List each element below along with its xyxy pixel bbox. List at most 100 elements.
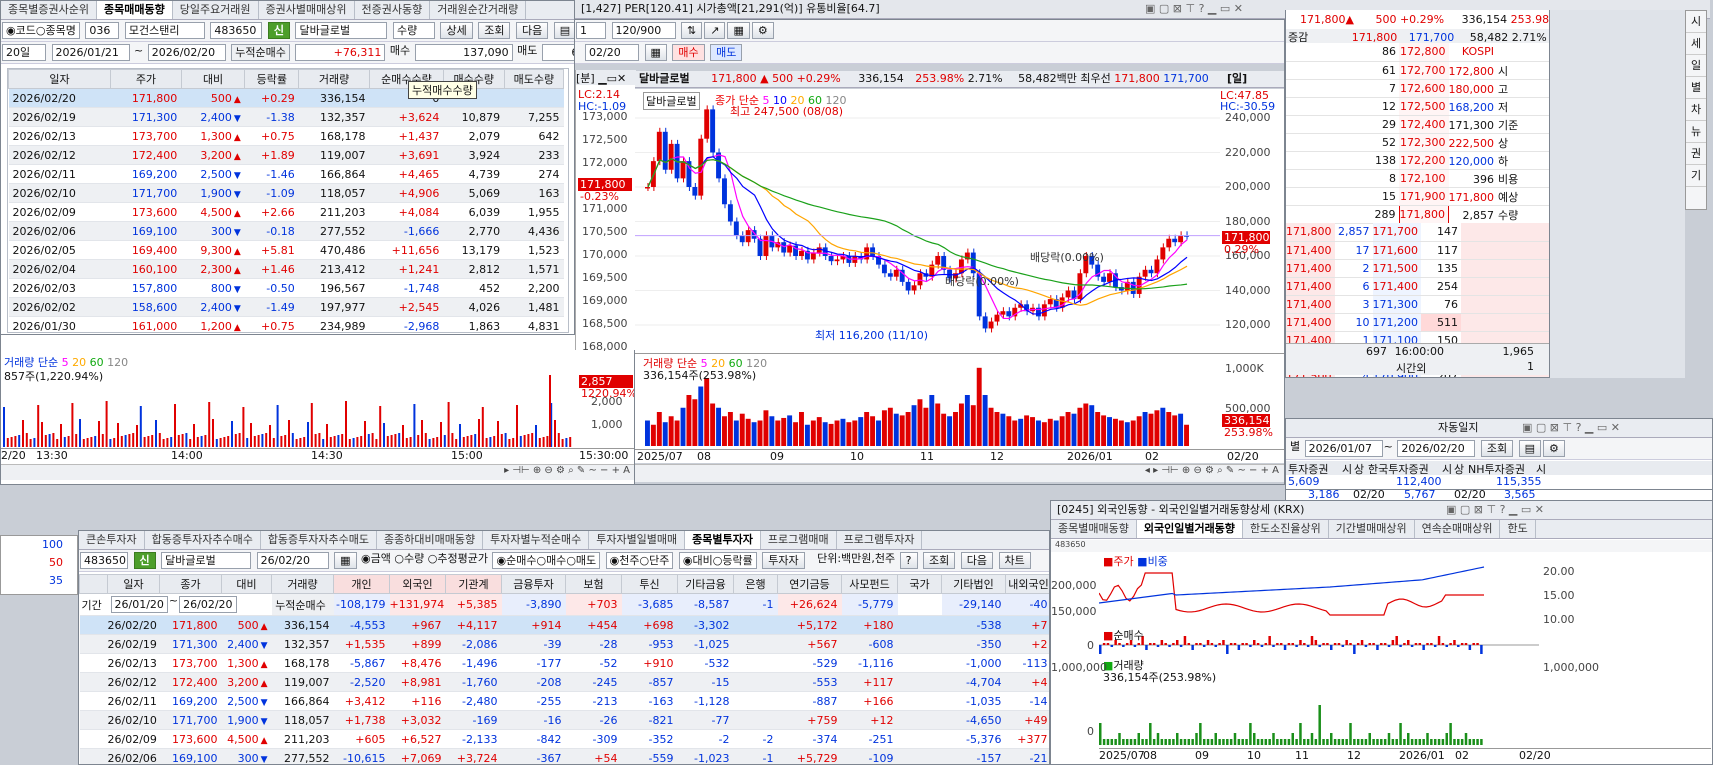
col-header[interactable]: 기타금융: [677, 574, 734, 594]
chart-tool-icon[interactable]: ↗: [704, 22, 726, 39]
table-row[interactable]: 2026/02/06169,100300-0.18277,552-1,6662,…: [8, 221, 564, 241]
table-row[interactable]: 2026/02/12172,4003,200+1.89119,007+3,691…: [8, 145, 564, 165]
chart-count-b[interactable]: 120/900: [611, 22, 676, 39]
next-button[interactable]: 다음: [515, 22, 549, 39]
table-row[interactable]: 26/02/06169,100300277,552-10,615+7,069+3…: [79, 748, 1049, 764]
col-header[interactable]: 개인: [333, 574, 390, 594]
vertical-tab[interactable]: 시: [1686, 11, 1706, 33]
broker-code-select[interactable]: 036: [85, 22, 120, 39]
col-header[interactable]: 보험: [565, 574, 622, 594]
table-row[interactable]: 2026/02/05169,4009,300+5.81470,486+11,65…: [8, 240, 564, 260]
bid-row[interactable]: 171,400 10 171,200 511: [1286, 313, 1549, 332]
bottom-tab[interactable]: 종목별투자자: [685, 531, 761, 549]
table-row[interactable]: 2026/02/19171,3002,400-1.38132,357+3,624…: [8, 107, 564, 127]
vertical-tab[interactable]: 세: [1686, 33, 1706, 55]
chart-icon[interactable]: ▤: [553, 22, 574, 39]
table-row[interactable]: 26/02/13173,7001,300168,178-5,867+8,476-…: [79, 653, 1049, 673]
bid-row[interactable]: 171,400 3 171,300 76: [1286, 295, 1549, 314]
date-from-field[interactable]: 2026/01/21: [51, 44, 130, 61]
table-row[interactable]: 2026/02/04160,1002,300+1.46213,412+1,241…: [8, 259, 564, 279]
table-row[interactable]: 26/02/19171,3002,400132,357+1,535+899-2,…: [79, 634, 1049, 654]
table-row[interactable]: 2026/02/11169,2002,500-1.46166,864+4,465…: [8, 164, 564, 184]
col-header[interactable]: 대비: [221, 574, 272, 594]
col-header[interactable]: 기타법인: [941, 574, 1006, 594]
chart-tool-icon[interactable]: ⇅: [681, 22, 703, 39]
bottom-tab[interactable]: 프로그램투자자: [837, 531, 923, 549]
table-row[interactable]: 26/02/20171,800500336,154-4,553+967+4,11…: [79, 615, 1049, 635]
col-header[interactable]: 기관계: [445, 574, 502, 594]
journal-query-button[interactable]: 조회: [1480, 440, 1514, 457]
col-header[interactable]: 종가: [159, 574, 222, 594]
bottom-tab[interactable]: 합동증투자자추수매도: [261, 531, 378, 549]
bottom-from-field[interactable]: 26/01/20: [110, 596, 168, 613]
vertical-tab[interactable]: 기: [1686, 165, 1706, 187]
bottom-date-field[interactable]: 26/02/20: [256, 552, 329, 569]
bottom-tab[interactable]: 큰손투자자: [79, 531, 145, 549]
col-header[interactable]: 국가: [897, 574, 942, 594]
avgprice-radio[interactable]: ○추정평균가: [428, 552, 488, 565]
col-header[interactable]: 매도수량: [503, 69, 565, 89]
tab-stock-trend[interactable]: 종목매매동향: [96, 1, 173, 19]
journal-from[interactable]: 2026/01/07: [1304, 440, 1383, 457]
journal-to[interactable]: 2026/02/20: [1397, 440, 1476, 457]
date-to-field[interactable]: 2026/02/20: [147, 44, 226, 61]
table-row[interactable]: 26/02/12172,4003,200119,007-2,520+8,981-…: [79, 672, 1049, 692]
table-row[interactable]: 2026/02/20171,800500+0.29336,1540: [8, 88, 564, 108]
query-button[interactable]: 조회: [478, 22, 511, 39]
intraday-scrollbar[interactable]: ▸ ⊣⊢ ⊕ ⊖ ⚙ ⌕ ✎ ∼ − + A: [1, 464, 634, 480]
table-row[interactable]: 2026/01/30161,0001,200+0.75234,989-2,968…: [8, 316, 564, 332]
table-row[interactable]: 26/02/09173,6004,500211,203+605+6,527-2,…: [79, 729, 1049, 749]
bottom-stock-name[interactable]: 달바글로벌: [161, 552, 252, 569]
tab-broker-instant[interactable]: 거래원순간거래량: [430, 1, 527, 19]
share-unit-radio[interactable]: ◉천주○단주: [605, 552, 674, 569]
bottom-tab[interactable]: 투자자별누적순매수: [483, 531, 590, 549]
col-header[interactable]: 외국인: [389, 574, 446, 594]
chart-tool-icon[interactable]: ▦: [727, 22, 750, 39]
qty-radio[interactable]: ○수량: [394, 552, 424, 565]
detail-button[interactable]: 상세: [440, 22, 473, 39]
chart-sell-button[interactable]: 매도: [710, 44, 743, 61]
broker-name-field[interactable]: 모건스탠리: [124, 22, 205, 39]
bottom-tab[interactable]: 프로그램매매: [761, 531, 837, 549]
col-header[interactable]: 금융투자: [501, 574, 566, 594]
radio-code[interactable]: ◉코드○종목명: [2, 22, 80, 39]
stock-search-button[interactable]: 신: [267, 22, 290, 39]
col-header[interactable]: 연기금등: [777, 574, 842, 594]
bid-price[interactable]: 171,300: [1372, 295, 1421, 314]
chart-calendar-icon[interactable]: ▦: [644, 44, 667, 61]
col-header[interactable]: 거래량: [271, 574, 334, 594]
compare-radio[interactable]: ◉대비○등락률: [678, 552, 757, 569]
stock-name-field[interactable]: 달바글로벌: [295, 22, 388, 39]
bottom-stock-search-button[interactable]: 신: [133, 552, 156, 569]
chart-scrollbar[interactable]: ◂ ▸ ⊣⊢ ⊕ ⊖ ⚙ ⌕ ✎ ∼ − + A: [635, 464, 1284, 482]
gear-icon[interactable]: ⚙: [751, 22, 774, 39]
gear-icon[interactable]: ⚙: [1543, 440, 1565, 457]
chart-buy-button[interactable]: 매수: [672, 44, 705, 61]
col-header[interactable]: 주가: [110, 69, 182, 89]
table-row[interactable]: 26/02/11169,2002,500166,864+3,412+116-2,…: [79, 691, 1049, 711]
bottom-tab[interactable]: 투자자별일별매매: [589, 531, 686, 549]
table-row[interactable]: 2026/02/10171,7001,900-1.09118,057+4,906…: [8, 183, 564, 203]
bottom-calendar-icon[interactable]: ▦: [334, 552, 357, 569]
col-header[interactable]: 사모펀드: [841, 574, 898, 594]
bid-price[interactable]: 171,500: [1372, 259, 1421, 278]
tab-broker-rank[interactable]: 종목별증권사순위: [1, 1, 97, 19]
col-header[interactable]: 대비: [180, 69, 246, 89]
tab-main-brokers[interactable]: 당일주요거래원: [173, 1, 259, 19]
foreign-tab[interactable]: 연속순매매상위: [1415, 520, 1501, 538]
col-header[interactable]: 일자: [8, 69, 112, 89]
bid-row[interactable]: 171,400 17 171,600 117: [1286, 241, 1549, 260]
bid-price[interactable]: 171,200: [1372, 313, 1421, 332]
bid-row[interactable]: 171,400 6 171,400 254: [1286, 277, 1549, 296]
help-button[interactable]: ?: [899, 552, 918, 569]
foreign-tab[interactable]: 한도소진율상위: [1243, 520, 1329, 538]
bid-price[interactable]: 171,600: [1372, 241, 1421, 260]
period-select[interactable]: 20일: [2, 44, 46, 61]
bottom-tab[interactable]: 합동증투자자추수매수: [145, 531, 261, 549]
bottom-code-field[interactable]: 483650: [80, 552, 128, 569]
tab-all-brokers[interactable]: 전증권사동향: [355, 1, 431, 19]
col-header[interactable]: 은행: [733, 574, 778, 594]
foreign-tab[interactable]: 종목별매매동향: [1051, 520, 1137, 538]
bottom-tab[interactable]: 종종하대비매매동향: [377, 531, 484, 549]
bid-row[interactable]: 171,800 2,857 171,700 147: [1286, 223, 1549, 242]
